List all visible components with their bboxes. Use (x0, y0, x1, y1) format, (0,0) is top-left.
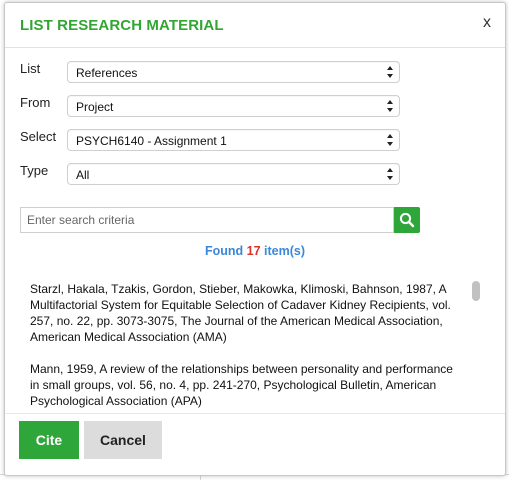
dialog-title: LIST RESEARCH MATERIAL (20, 17, 224, 34)
from-select[interactable]: Project (67, 95, 400, 117)
list-label: List (20, 61, 41, 76)
close-button[interactable]: x (483, 14, 491, 32)
select-arrows-icon (387, 168, 393, 180)
select-arrows-icon (387, 134, 393, 146)
search-input[interactable] (20, 207, 394, 233)
search-icon (399, 212, 415, 228)
select-label: Select (20, 129, 57, 144)
cite-button[interactable]: Cite (19, 421, 79, 459)
assignment-select-value: PSYCH6140 - Assignment 1 (76, 134, 227, 148)
scrollbar-thumb[interactable] (472, 281, 480, 301)
list-item[interactable]: Starzl, Hakala, Tzakis, Gordon, Stieber,… (20, 281, 480, 345)
filter-row-from: From Project (20, 95, 405, 121)
from-label: From (20, 95, 51, 110)
list-research-material-dialog: LIST RESEARCH MATERIAL x List References… (4, 2, 506, 476)
list-select-value: References (76, 66, 138, 80)
filter-row-select: Select PSYCH6140 - Assignment 1 (20, 129, 405, 155)
list-select[interactable]: References (67, 61, 400, 83)
found-suffix: item(s) (264, 244, 306, 258)
dialog-header: LIST RESEARCH MATERIAL x (5, 3, 505, 48)
search-button[interactable] (394, 207, 420, 233)
select-arrows-icon (387, 100, 393, 112)
assignment-select[interactable]: PSYCH6140 - Assignment 1 (67, 129, 400, 151)
cancel-button[interactable]: Cancel (84, 421, 162, 459)
filter-row-type: Type All (20, 163, 405, 189)
type-label: Type (20, 163, 49, 178)
found-prefix: Found (204, 244, 244, 258)
type-select-value: All (76, 168, 90, 182)
list-item[interactable]: Mann, 1959, A review of the relationship… (20, 361, 480, 409)
results-scrollbar[interactable] (472, 281, 480, 406)
results-list[interactable]: Starzl, Hakala, Tzakis, Gordon, Stieber,… (20, 271, 480, 411)
found-number: 17 (246, 244, 261, 258)
found-count: Found 17 item(s) (5, 244, 505, 258)
search-bar (20, 207, 420, 235)
type-select[interactable]: All (67, 163, 400, 185)
footer-divider (5, 413, 505, 414)
from-select-value: Project (76, 100, 114, 114)
select-arrows-icon (387, 66, 393, 78)
filter-row-list: List References (20, 61, 405, 87)
